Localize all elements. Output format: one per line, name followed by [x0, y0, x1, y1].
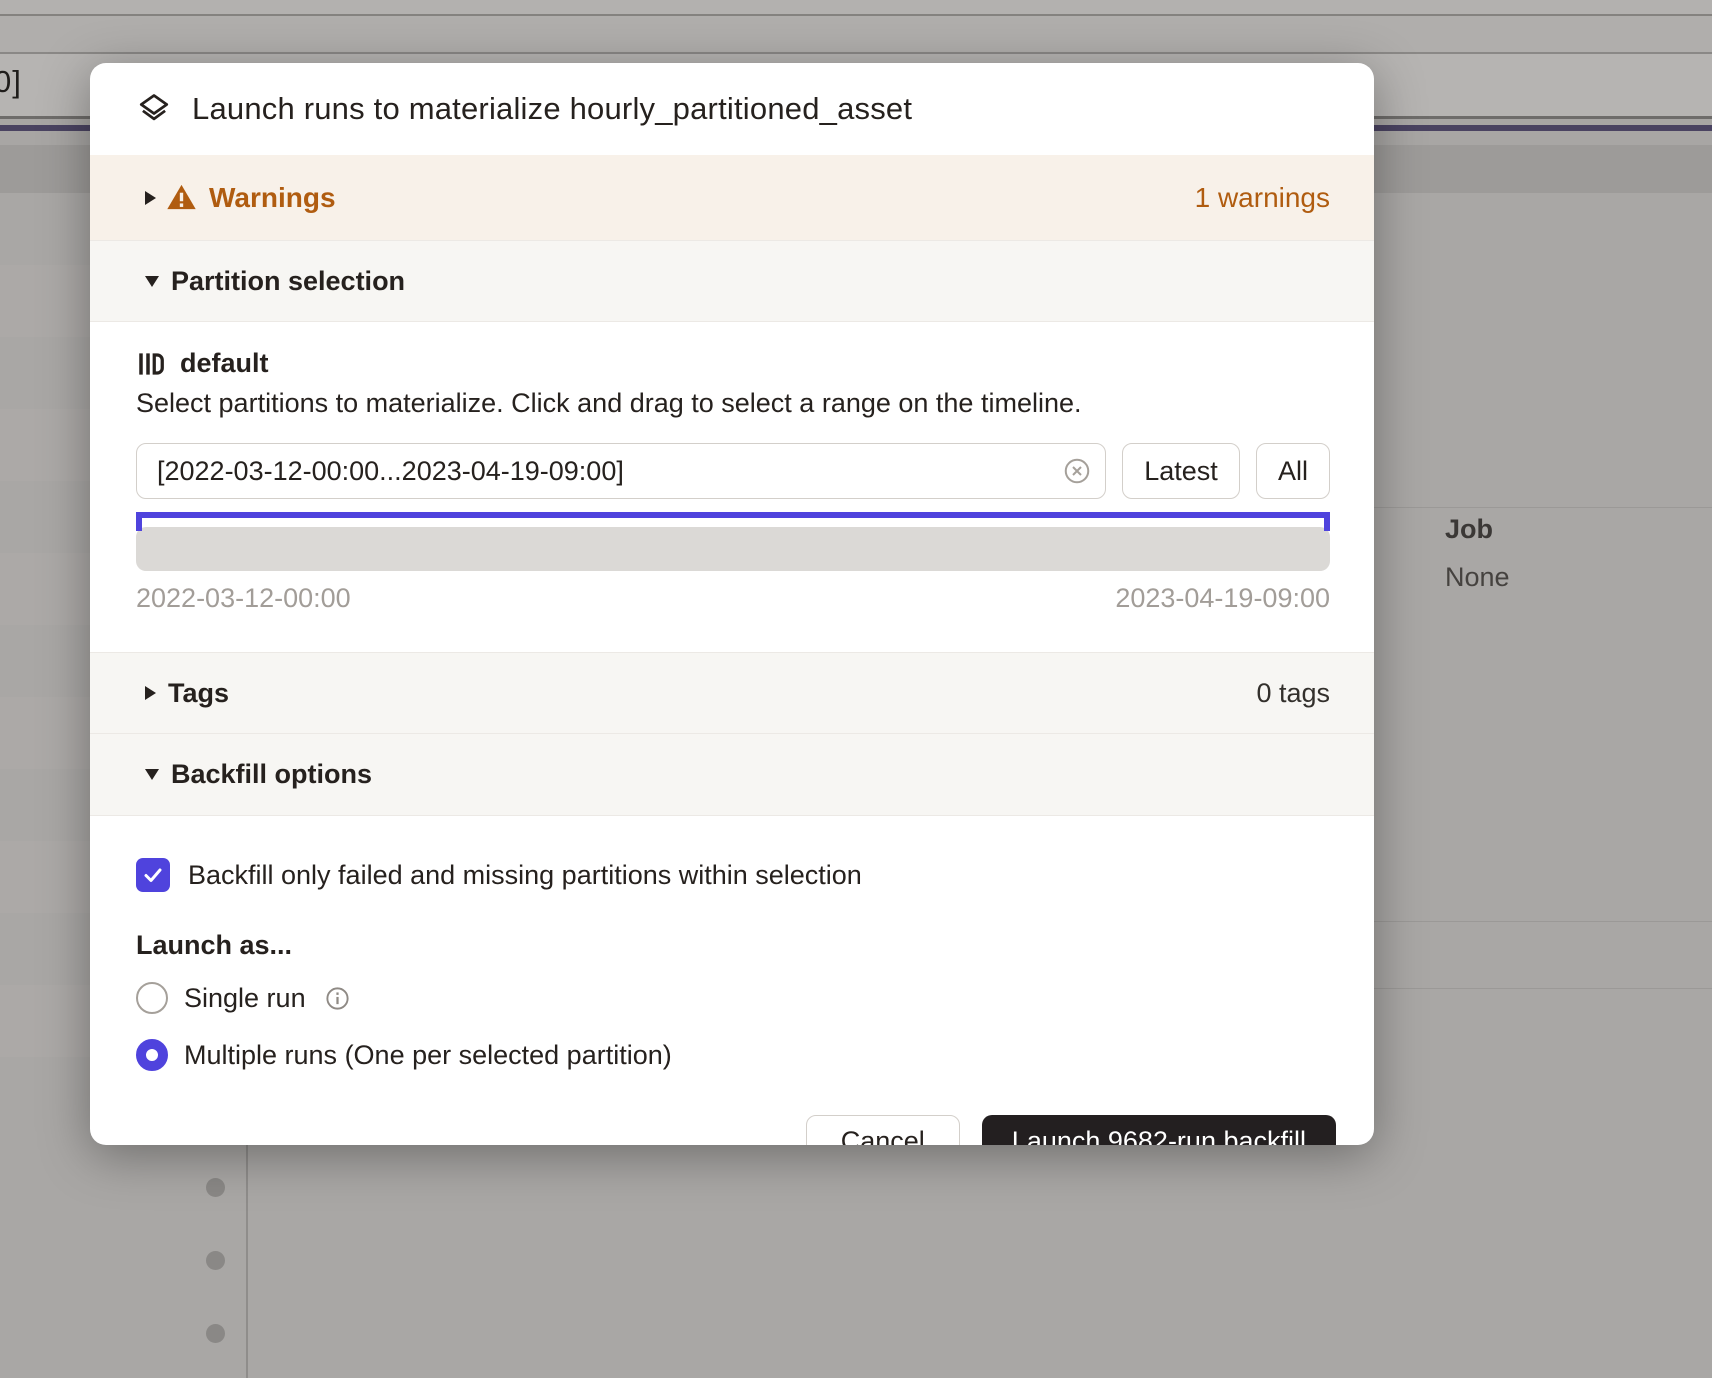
partition-range-controls: Latest All — [136, 443, 1330, 499]
table-row — [0, 841, 90, 913]
partition-range-input[interactable] — [136, 443, 1106, 499]
partition-selection-title: Partition selection — [171, 266, 405, 297]
chevron-down-icon — [145, 769, 159, 780]
table-column-divider — [246, 1145, 248, 1378]
backfill-options-section-header[interactable]: Backfill options — [90, 734, 1374, 816]
warnings-section-header[interactable]: Warnings 1 warnings — [90, 155, 1374, 240]
selection-start-tick — [136, 512, 142, 531]
dimension-name: default — [180, 348, 269, 379]
partition-dimension-icon — [136, 349, 166, 379]
range-end-label: 2023-04-19-09:00 — [1115, 583, 1330, 614]
launch-backfill-dialog: Launch runs to materialize hourly_partit… — [90, 63, 1374, 1145]
tags-count: 0 tags — [1256, 678, 1330, 709]
single-run-option[interactable]: Single run — [136, 978, 1330, 1018]
dialog-footer: Cancel Launch 9682-run backfill — [90, 1075, 1374, 1145]
warnings-count: 1 warnings — [1195, 182, 1330, 214]
job-column-value: None — [1445, 562, 1510, 593]
partition-selection-description: Select partitions to materialize. Click … — [136, 388, 1330, 419]
multiple-runs-radio[interactable] — [136, 1039, 168, 1071]
dialog-header: Launch runs to materialize hourly_partit… — [90, 63, 1374, 155]
launch-as-label: Launch as... — [136, 930, 1330, 961]
row-divider — [1374, 921, 1712, 922]
job-column-header: Job — [1445, 514, 1510, 545]
backfill-only-failed-row: Backfill only failed and missing partiti… — [136, 858, 1330, 892]
backfill-options-title: Backfill options — [171, 759, 372, 790]
background-toolbar-band — [0, 16, 1712, 52]
partition-status-bar[interactable] — [136, 527, 1330, 571]
partition-selection-body: default Select partitions to materialize… — [90, 322, 1374, 652]
background-cut-input-text: 0] — [0, 64, 22, 100]
background-top-band — [0, 0, 1712, 14]
cancel-button[interactable]: Cancel — [806, 1115, 960, 1145]
status-dot — [206, 1251, 225, 1270]
row-divider — [1374, 507, 1712, 508]
backfill-options-body: Backfill only failed and missing partiti… — [90, 816, 1374, 1075]
chevron-down-icon — [145, 276, 159, 287]
job-column: Job None — [1445, 514, 1510, 593]
table-row — [0, 409, 90, 481]
selection-end-tick — [1324, 512, 1330, 531]
all-button[interactable]: All — [1256, 443, 1330, 499]
table-row — [0, 985, 90, 1057]
partition-range-input-wrap — [136, 443, 1106, 499]
latest-button[interactable]: Latest — [1122, 443, 1240, 499]
single-run-radio[interactable] — [136, 982, 168, 1014]
materialize-layers-icon — [136, 91, 172, 127]
selection-range-indicator — [136, 512, 1330, 518]
backfill-only-failed-label: Backfill only failed and missing partiti… — [188, 860, 862, 891]
clear-input-icon[interactable] — [1062, 456, 1092, 486]
chevron-right-icon — [145, 191, 156, 205]
timeline-date-labels: 2022-03-12-00:00 2023-04-19-09:00 — [136, 583, 1330, 614]
multiple-runs-label: Multiple runs (One per selected partitio… — [184, 1040, 672, 1071]
tags-section-header[interactable]: Tags 0 tags — [90, 652, 1374, 734]
partition-selection-section-header[interactable]: Partition selection — [90, 240, 1374, 322]
range-start-label: 2022-03-12-00:00 — [136, 583, 351, 614]
status-dot — [206, 1178, 225, 1197]
multiple-runs-option[interactable]: Multiple runs (One per selected partitio… — [136, 1035, 1330, 1075]
single-run-label: Single run — [184, 983, 306, 1014]
table-row — [0, 553, 90, 625]
info-icon[interactable] — [324, 985, 351, 1012]
table-row — [0, 265, 90, 337]
chevron-right-icon — [145, 686, 156, 700]
dialog-title: Launch runs to materialize hourly_partit… — [192, 91, 912, 127]
table-row — [0, 697, 90, 769]
row-divider — [1374, 988, 1712, 989]
warning-triangle-icon — [166, 182, 197, 213]
status-dot — [206, 1324, 225, 1343]
warnings-label: Warnings — [209, 182, 336, 214]
backfill-only-failed-checkbox[interactable] — [136, 858, 170, 892]
launch-backfill-button[interactable]: Launch 9682-run backfill — [982, 1115, 1336, 1145]
dimension-row: default — [136, 348, 1330, 379]
partition-timeline[interactable]: 2022-03-12-00:00 2023-04-19-09:00 — [136, 512, 1330, 614]
tags-title: Tags — [168, 678, 229, 709]
